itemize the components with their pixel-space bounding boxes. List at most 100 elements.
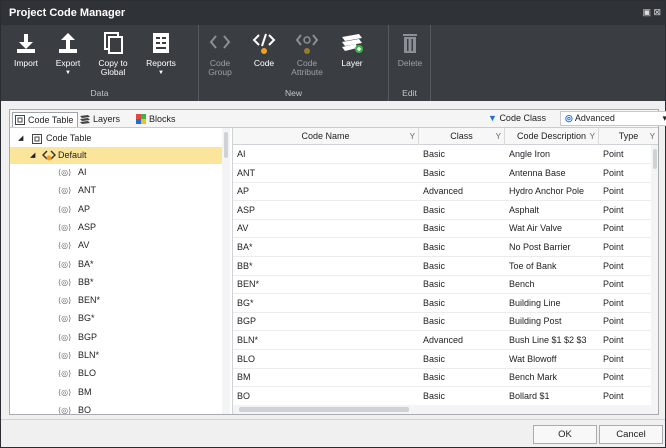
tab-layers[interactable]: Layers	[78, 112, 124, 127]
cell-code-description[interactable]: Bench Mark	[505, 368, 599, 387]
table-row[interactable]: AI Basic Angle Iron Point	[233, 145, 651, 164]
tree-item[interactable]: ⟨◎⟩ ANT	[10, 182, 222, 199]
layer-button[interactable]: Layer	[335, 31, 369, 68]
window-controls[interactable]: ▣ ⊠	[642, 7, 661, 18]
cell-code-description[interactable]: Hydro Anchor Pole	[505, 182, 599, 201]
code-attribute-button[interactable]: Code Attribute	[287, 31, 327, 77]
grid-vertical-scrollbar[interactable]	[651, 145, 658, 405]
cell-type[interactable]: Point	[599, 182, 651, 201]
collapse-icon[interactable]: ◢	[18, 130, 23, 147]
cell-type[interactable]: Point	[599, 312, 651, 331]
cell-code-description[interactable]: Wat Air Valve	[505, 219, 599, 238]
cell-code-description[interactable]: Bollard $1	[505, 387, 599, 406]
table-row[interactable]: BG* Basic Building Line Point	[233, 294, 651, 313]
cell-type[interactable]: Point	[599, 350, 651, 369]
cell-code-description[interactable]: Bush Line $1 $2 $3	[505, 331, 599, 350]
cell-class[interactable]: Basic	[419, 201, 505, 220]
filter-icon[interactable]: Y	[590, 128, 595, 145]
cell-class[interactable]: Basic	[419, 164, 505, 183]
cell-code-name[interactable]: AI	[233, 145, 419, 164]
ok-button[interactable]: OK	[533, 425, 597, 444]
tree-item[interactable]: ⟨◎⟩ BG*	[10, 310, 222, 327]
header-type[interactable]: Type Y	[599, 128, 658, 145]
cell-type[interactable]: Point	[599, 331, 651, 350]
tree-item[interactable]: ⟨◎⟩ BB*	[10, 274, 222, 291]
cell-code-description[interactable]: Toe of Bank	[505, 257, 599, 276]
tree-item[interactable]: ⟨◎⟩ BLO	[10, 365, 222, 382]
tree-item[interactable]: ⟨◎⟩ BM	[10, 384, 222, 401]
table-row[interactable]: ANT Basic Antenna Base Point	[233, 164, 651, 183]
cell-code-description[interactable]: Angle Iron	[505, 145, 599, 164]
filter-icon[interactable]: Y	[410, 128, 415, 145]
cell-class[interactable]: Advanced	[419, 331, 505, 350]
cell-code-name[interactable]: BG*	[233, 294, 419, 313]
tree-item[interactable]: ⟨◎⟩ AP	[10, 201, 222, 218]
cell-class[interactable]: Basic	[419, 312, 505, 331]
filter-icon[interactable]: Y	[496, 128, 501, 145]
cell-class[interactable]: Basic	[419, 350, 505, 369]
code-class-filter[interactable]: ▼ Code Class	[488, 113, 546, 123]
cell-class[interactable]: Basic	[419, 294, 505, 313]
cell-code-name[interactable]: AP	[233, 182, 419, 201]
cell-code-name[interactable]: AV	[233, 219, 419, 238]
cell-code-name[interactable]: BEN*	[233, 275, 419, 294]
cell-type[interactable]: Point	[599, 219, 651, 238]
table-row[interactable]: BEN* Basic Bench Point	[233, 275, 651, 295]
reports-button[interactable]: Reports ▼	[141, 31, 181, 78]
table-row[interactable]: BA* Basic No Post Barrier Point	[233, 238, 651, 257]
tree-item[interactable]: ⟨◎⟩ BO	[10, 402, 222, 414]
grid-vscroll-thumb[interactable]	[653, 149, 657, 169]
cell-code-name[interactable]: ASP	[233, 201, 419, 220]
cell-class[interactable]: Basic	[419, 368, 505, 387]
cell-class[interactable]: Basic	[419, 238, 505, 257]
header-class[interactable]: Class Y	[419, 128, 505, 145]
tree-item[interactable]: ⟨◎⟩ AI	[10, 164, 222, 181]
cell-type[interactable]: Point	[599, 294, 651, 313]
grid-hscroll-thumb[interactable]	[239, 407, 409, 412]
tree-item[interactable]: ⟨◎⟩ BEN*	[10, 292, 222, 309]
cell-type[interactable]: Point	[599, 387, 651, 406]
cell-class[interactable]: Basic	[419, 219, 505, 238]
tree-item[interactable]: ⟨◎⟩ BA*	[10, 256, 222, 273]
table-row[interactable]: BB* Basic Toe of Bank Point	[233, 257, 651, 276]
tree-item[interactable]: ⟨◎⟩ AV	[10, 237, 222, 254]
table-row[interactable]: ASP Basic Asphalt Point	[233, 201, 651, 220]
tree-item[interactable]: ⟨◎⟩ BGP	[10, 329, 222, 346]
cell-code-name[interactable]: ANT	[233, 164, 419, 183]
cell-type[interactable]: Point	[599, 201, 651, 220]
cell-class[interactable]: Basic	[419, 257, 505, 276]
cell-code-description[interactable]: Wat Blowoff	[505, 350, 599, 369]
cell-class[interactable]: Basic	[419, 275, 505, 294]
cell-code-description[interactable]: Bench	[505, 275, 599, 294]
tree-item[interactable]: ⟨◎⟩ BLN*	[10, 347, 222, 364]
cell-code-name[interactable]: BLO	[233, 350, 419, 369]
cell-type[interactable]: Point	[599, 275, 651, 294]
table-row[interactable]: BLN* Advanced Bush Line $1 $2 $3 Point	[233, 331, 651, 350]
tab-code-table[interactable]: Code Table	[12, 112, 79, 127]
header-code-name[interactable]: Code Name Y	[233, 128, 419, 145]
grid-horizontal-scrollbar[interactable]	[233, 405, 658, 414]
code-group-button[interactable]: Code Group	[203, 31, 237, 77]
table-row[interactable]: AP Advanced Hydro Anchor Pole Point	[233, 182, 651, 202]
export-button[interactable]: Export ▼	[51, 31, 85, 78]
table-row[interactable]: AV Basic Wat Air Valve Point	[233, 219, 651, 239]
cell-code-name[interactable]: BB*	[233, 257, 419, 276]
cell-class[interactable]: Advanced	[419, 182, 505, 201]
cell-code-name[interactable]: BLN*	[233, 331, 419, 350]
tree-scroll-thumb[interactable]	[224, 132, 228, 158]
cell-code-description[interactable]: Antenna Base	[505, 164, 599, 183]
tree-scrollbar[interactable]	[222, 128, 230, 414]
cell-code-name[interactable]: BA*	[233, 238, 419, 257]
tree-group-default[interactable]: ◢ Default	[10, 147, 222, 164]
cell-code-name[interactable]: BO	[233, 387, 419, 406]
copy-to-global-button[interactable]: Copy to Global	[93, 31, 133, 77]
cancel-button[interactable]: Cancel	[599, 425, 663, 444]
table-row[interactable]: BGP Basic Building Post Point	[233, 312, 651, 332]
cell-type[interactable]: Point	[599, 238, 651, 257]
delete-button[interactable]: Delete	[393, 31, 427, 68]
table-row[interactable]: BM Basic Bench Mark Point	[233, 368, 651, 388]
cell-code-description[interactable]: No Post Barrier	[505, 238, 599, 257]
cell-type[interactable]: Point	[599, 145, 651, 164]
cell-type[interactable]: Point	[599, 257, 651, 276]
code-button[interactable]: Code	[247, 31, 281, 68]
